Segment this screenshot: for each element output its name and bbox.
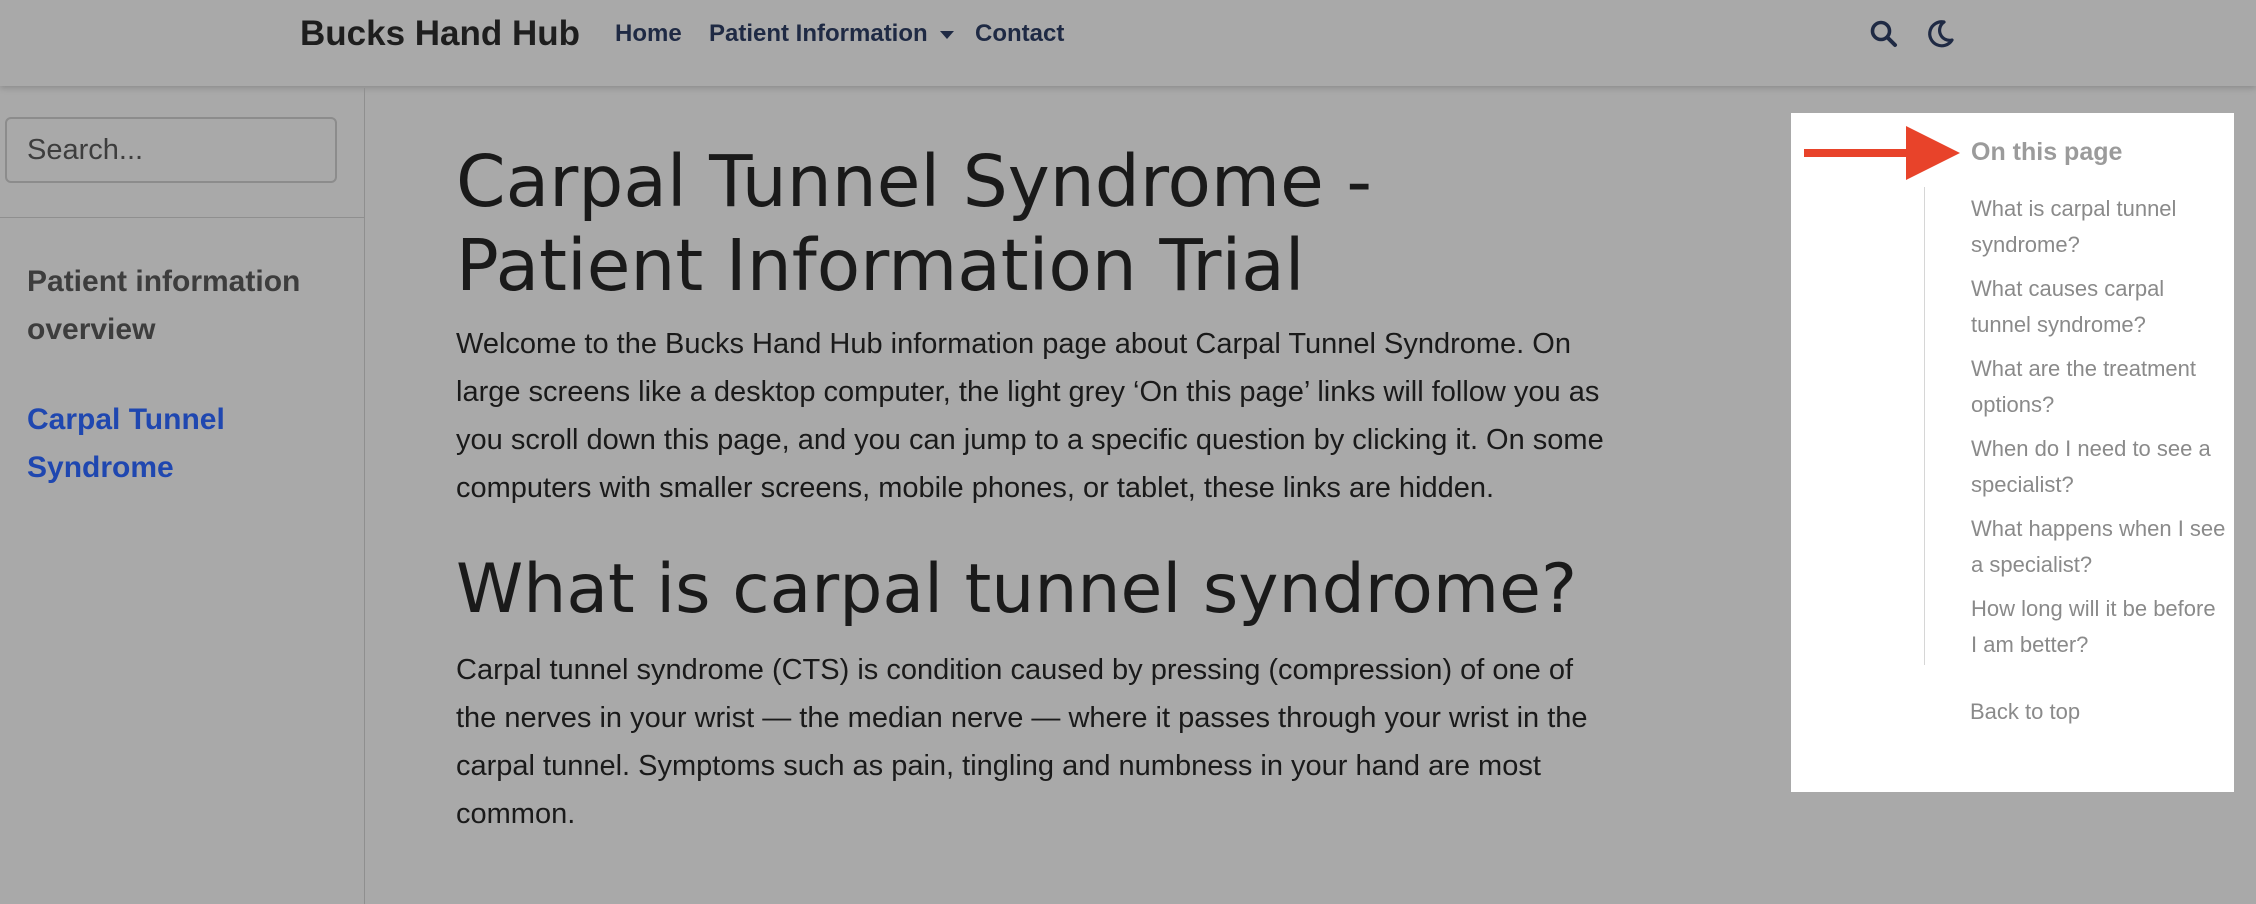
nav-link-label: Patient Information bbox=[709, 20, 928, 47]
nav-link-home[interactable]: Home bbox=[615, 20, 682, 48]
toc-list: What is carpal tunnel syndrome? What cau… bbox=[1971, 191, 2226, 671]
caret-down-icon bbox=[939, 30, 954, 39]
intro-paragraph: Welcome to the Bucks Hand Hub informatio… bbox=[456, 328, 1604, 504]
toc-link[interactable]: What is carpal tunnel syndrome? bbox=[1971, 191, 2226, 263]
moon-icon[interactable] bbox=[1924, 18, 1956, 50]
toc-link[interactable]: How long will it be before I am better? bbox=[1971, 591, 2226, 663]
on-this-page-panel: On this page What is carpal tunnel syndr… bbox=[1791, 113, 2234, 792]
main-content: Carpal Tunnel Syndrome - Patient Informa… bbox=[456, 140, 1606, 838]
sidebar-item-overview[interactable]: Patient information overview bbox=[27, 258, 327, 354]
search-icon[interactable] bbox=[1868, 18, 1900, 50]
toc-link[interactable]: When do I need to see a specialist? bbox=[1971, 431, 2226, 503]
red-arrow-icon bbox=[1804, 126, 1960, 180]
toc-link[interactable]: What causes carpal tunnel syndrome? bbox=[1971, 271, 2226, 343]
toc-rule bbox=[1924, 187, 1925, 665]
back-to-top-link[interactable]: Back to top bbox=[1970, 699, 2080, 725]
sidebar-divider bbox=[0, 217, 364, 218]
toc-title: On this page bbox=[1971, 138, 2123, 166]
nav-link-patient-information[interactable]: Patient Information bbox=[709, 20, 954, 48]
section-heading: What is carpal tunnel syndrome? bbox=[456, 550, 1578, 629]
search-input[interactable] bbox=[5, 117, 337, 183]
sidebar-item-carpal-tunnel[interactable]: Carpal Tunnel Syndrome bbox=[27, 396, 327, 492]
top-navbar: Bucks Hand Hub Home Patient Information … bbox=[0, 0, 2256, 86]
toc-link[interactable]: What are the treatment options? bbox=[1971, 351, 2226, 423]
toc-link[interactable]: What happens when I see a specialist? bbox=[1971, 511, 2226, 583]
left-sidebar: Patient information overview Carpal Tunn… bbox=[0, 88, 365, 904]
site-brand[interactable]: Bucks Hand Hub bbox=[300, 14, 580, 54]
page-title: Carpal Tunnel Syndrome - Patient Informa… bbox=[456, 140, 1372, 307]
nav-link-contact[interactable]: Contact bbox=[975, 20, 1064, 48]
section-paragraph: Carpal tunnel syndrome (CTS) is conditio… bbox=[456, 654, 1588, 830]
